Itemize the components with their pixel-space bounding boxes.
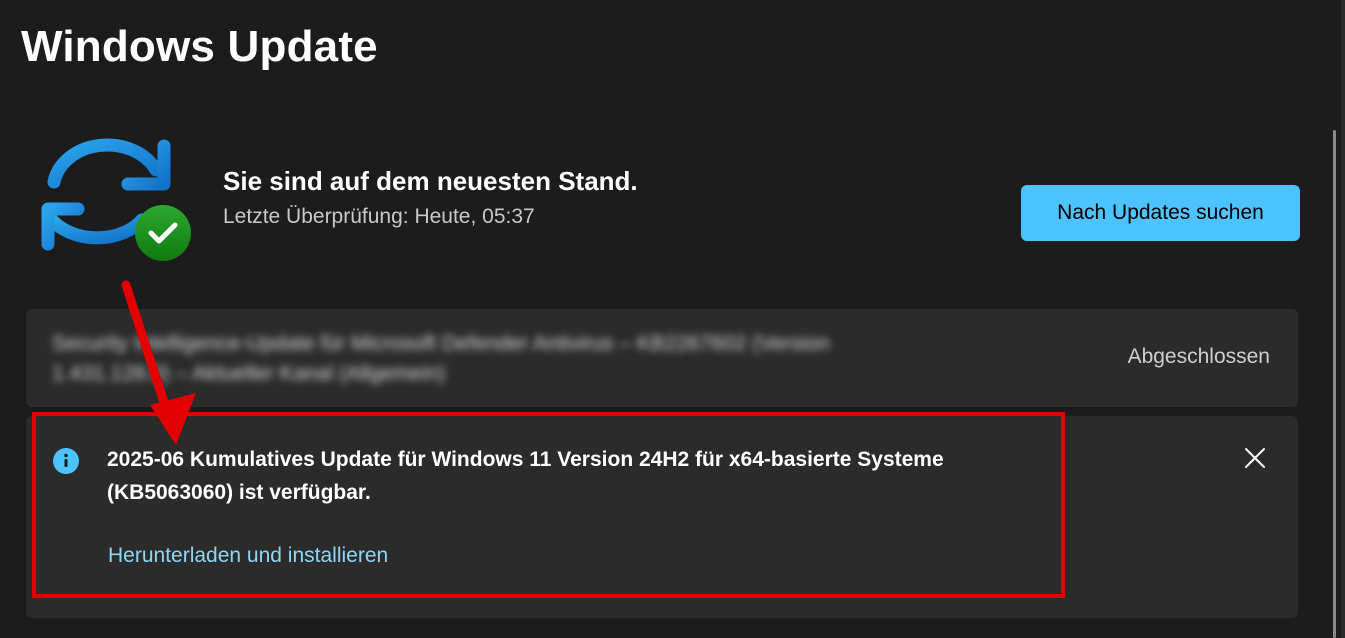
close-icon — [1245, 448, 1265, 468]
update-status: Abgeschlossen — [1127, 345, 1270, 368]
page-title: Windows Update — [21, 22, 378, 71]
check-for-updates-button[interactable]: Nach Updates suchen — [1021, 185, 1300, 241]
dismiss-button[interactable] — [1239, 442, 1271, 474]
update-history-item: Security Intelligence-Update für Microso… — [26, 309, 1298, 407]
download-install-link[interactable]: Herunterladen und installieren — [108, 544, 388, 568]
update-available-message: 2025-06 Kumulatives Update für Windows 1… — [107, 448, 944, 504]
info-icon — [53, 448, 79, 474]
last-check-text: Letzte Überprüfung: Heute, 05:37 — [223, 205, 535, 228]
scrollbar[interactable] — [1333, 130, 1336, 638]
update-name: Security Intelligence-Update für Microso… — [52, 332, 830, 385]
status-title: Sie sind auf dem neuesten Stand. — [223, 166, 638, 196]
available-update-card: 2025-06 Kumulatives Update für Windows 1… — [26, 416, 1298, 618]
sync-check-icon — [41, 138, 191, 261]
window-border — [1341, 0, 1345, 638]
